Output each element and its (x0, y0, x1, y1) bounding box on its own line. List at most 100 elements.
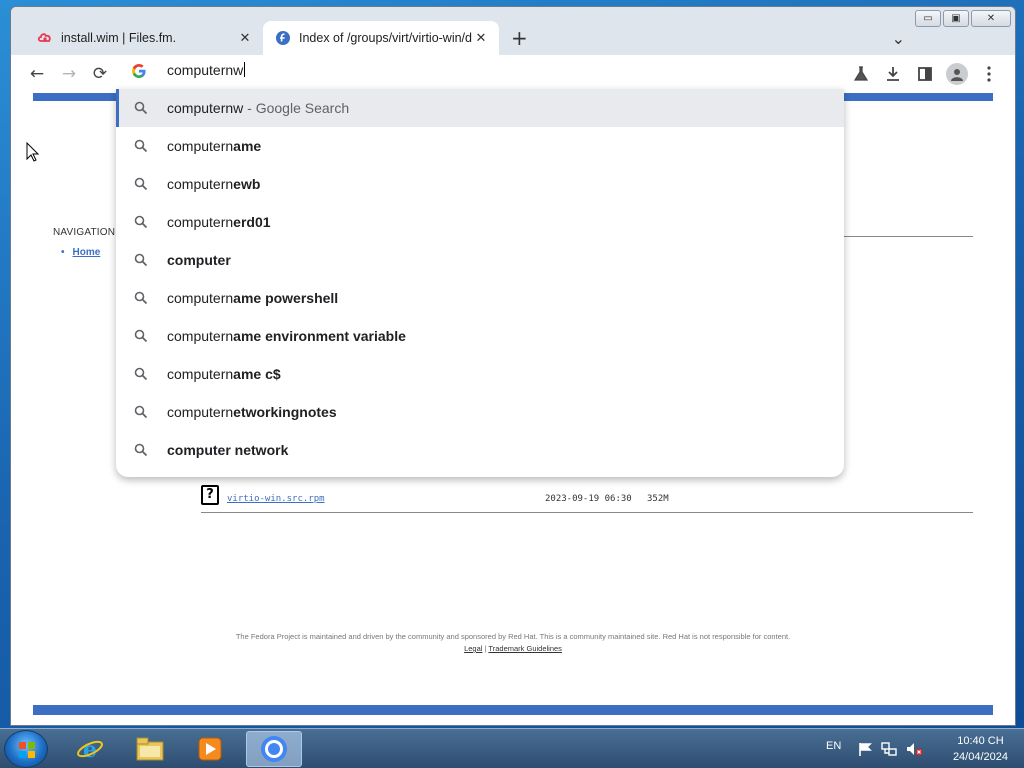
suggestion-text: computername (167, 138, 261, 154)
suggestion-completion: computer (167, 252, 231, 268)
text-caret (244, 62, 246, 77)
suggestion-completion: computer network (167, 442, 289, 458)
search-icon (134, 253, 148, 267)
taskbar-file-explorer[interactable] (122, 731, 178, 767)
suggestion-typed: computern (167, 366, 234, 382)
network-icon[interactable] (880, 741, 898, 757)
suggestion-typed: computernw (167, 100, 244, 116)
suggestion-item[interactable]: computernw - Google Search (116, 89, 844, 127)
page-footer: The Fedora Project is maintained and dri… (161, 631, 865, 655)
search-icon (134, 405, 148, 419)
suggestion-text: computernw - Google Search (167, 100, 349, 116)
footer-separator: | (484, 644, 487, 653)
suggestion-item[interactable]: computername (116, 127, 844, 165)
back-button[interactable]: ← (26, 63, 48, 85)
divider (841, 236, 973, 237)
tab-close-icon[interactable]: ✕ (237, 30, 253, 46)
tab-title: Index of /groups/virt/virtio-win/d (299, 31, 472, 45)
footer-text: The Fedora Project is maintained and dri… (235, 632, 791, 641)
suggestion-item[interactable]: computername powershell (116, 279, 844, 317)
suggestion-text: computernewb (167, 176, 260, 192)
suggestion-item[interactable]: computernewb (116, 165, 844, 203)
search-icon (134, 177, 148, 191)
tab-search-button[interactable]: ⌄ (892, 29, 905, 48)
tab-fedora-index[interactable]: Index of /groups/virt/virtio-win/d ✕ (263, 21, 499, 55)
suggestion-completion: ame (233, 138, 262, 154)
new-tab-button[interactable]: + (511, 26, 528, 50)
file-row: ? virtio-win.src.rpm 2023-09-19 06:30 35… (201, 485, 973, 507)
forward-button[interactable]: → (58, 63, 80, 85)
suggestion-suffix: - Google Search (243, 100, 350, 116)
suggestion-text: computer network (167, 442, 288, 458)
omnibox-input[interactable]: computernw (167, 62, 246, 78)
search-icon (134, 291, 148, 305)
reload-button[interactable]: ⟳ (89, 63, 111, 85)
suggestion-item[interactable]: computer (116, 241, 844, 279)
page-footer-bar (33, 705, 993, 715)
mouse-cursor-icon (26, 142, 40, 162)
taskbar-media-player[interactable] (182, 731, 238, 767)
start-button[interactable] (4, 730, 48, 768)
trademark-link[interactable]: Trademark Guidelines (488, 644, 562, 653)
omnibox-suggestions: computernw - Google Search computername co… (116, 89, 844, 477)
suggestion-typed: computern (167, 138, 234, 154)
clock-date: 24/04/2024 (952, 751, 1008, 763)
footer-links: Legal | Trademark Guidelines (161, 643, 865, 655)
minimize-button[interactable]: ▭ (915, 10, 941, 27)
window-controls: ▭ ▣ ✕ (915, 10, 1011, 27)
clock-time: 10:40 CH (957, 735, 1004, 747)
side-panel-icon[interactable] (913, 63, 937, 85)
search-icon (134, 443, 148, 457)
menu-kebab-icon[interactable] (977, 63, 1001, 85)
suggestion-completion: etworkingnotes (233, 404, 337, 420)
tab-close-icon[interactable]: ✕ (473, 30, 489, 46)
filesfm-cloud-icon (37, 33, 51, 42)
suggestion-text: computername powershell (167, 290, 338, 306)
suggestion-text: computer (167, 252, 231, 268)
action-center-flag-icon[interactable] (857, 741, 873, 757)
language-indicator[interactable]: EN (826, 740, 841, 752)
suggestion-completion: ame powershell (233, 290, 339, 306)
home-link[interactable]: Home (61, 247, 101, 258)
file-size: 352M (647, 494, 669, 504)
suggestion-text: computername environment variable (167, 328, 406, 344)
search-icon (134, 329, 148, 343)
close-window-button[interactable]: ✕ (971, 10, 1011, 27)
maximize-button[interactable]: ▣ (943, 10, 969, 27)
suggestion-text: computername c$ (167, 366, 281, 382)
legal-link[interactable]: Legal (464, 644, 482, 653)
avatar (946, 63, 968, 85)
suggestion-completion: ame environment variable (233, 328, 406, 344)
omnibox-value: computernw (167, 62, 244, 78)
suggestion-text: computernetworkingnotes (167, 404, 337, 420)
file-explorer-icon (136, 737, 164, 761)
suggestion-completion: ame c$ (233, 366, 281, 382)
suggestion-typed: computern (167, 214, 234, 230)
search-icon (134, 367, 148, 381)
suggestion-item[interactable]: computernerd01 (116, 203, 844, 241)
profile-button[interactable] (945, 63, 969, 85)
internet-explorer-icon: e (77, 737, 103, 763)
windows-logo-icon (19, 742, 35, 758)
suggestion-typed: computern (167, 176, 234, 192)
lab-flask-icon[interactable] (849, 63, 873, 85)
tab-strip: install.wim | Files.fm. ✕ Index of /grou… (11, 7, 1015, 55)
suggestion-item[interactable]: computer network (116, 431, 844, 469)
suggestion-item[interactable]: computername environment variable (116, 317, 844, 355)
google-g-icon (132, 64, 146, 78)
taskbar-internet-explorer[interactable]: e (62, 731, 118, 767)
suggestion-completion: erd01 (233, 214, 271, 230)
file-link[interactable]: virtio-win.src.rpm (227, 494, 325, 504)
fedora-icon (276, 31, 290, 45)
volume-muted-icon[interactable] (905, 741, 923, 757)
suggestion-typed: computern (167, 290, 234, 306)
search-icon (134, 139, 148, 153)
suggestion-item[interactable]: computername c$ (116, 355, 844, 393)
tab-title: install.wim | Files.fm. (61, 31, 177, 45)
tab-files-fm[interactable]: install.wim | Files.fm. ✕ (25, 21, 263, 55)
suggestion-item[interactable]: computernetworkingnotes (116, 393, 844, 431)
taskbar-chrome[interactable] (246, 731, 302, 767)
system-clock[interactable]: 10:40 CH 24/04/2024 (953, 733, 1008, 765)
download-icon[interactable] (881, 63, 905, 85)
search-icon (134, 101, 148, 115)
